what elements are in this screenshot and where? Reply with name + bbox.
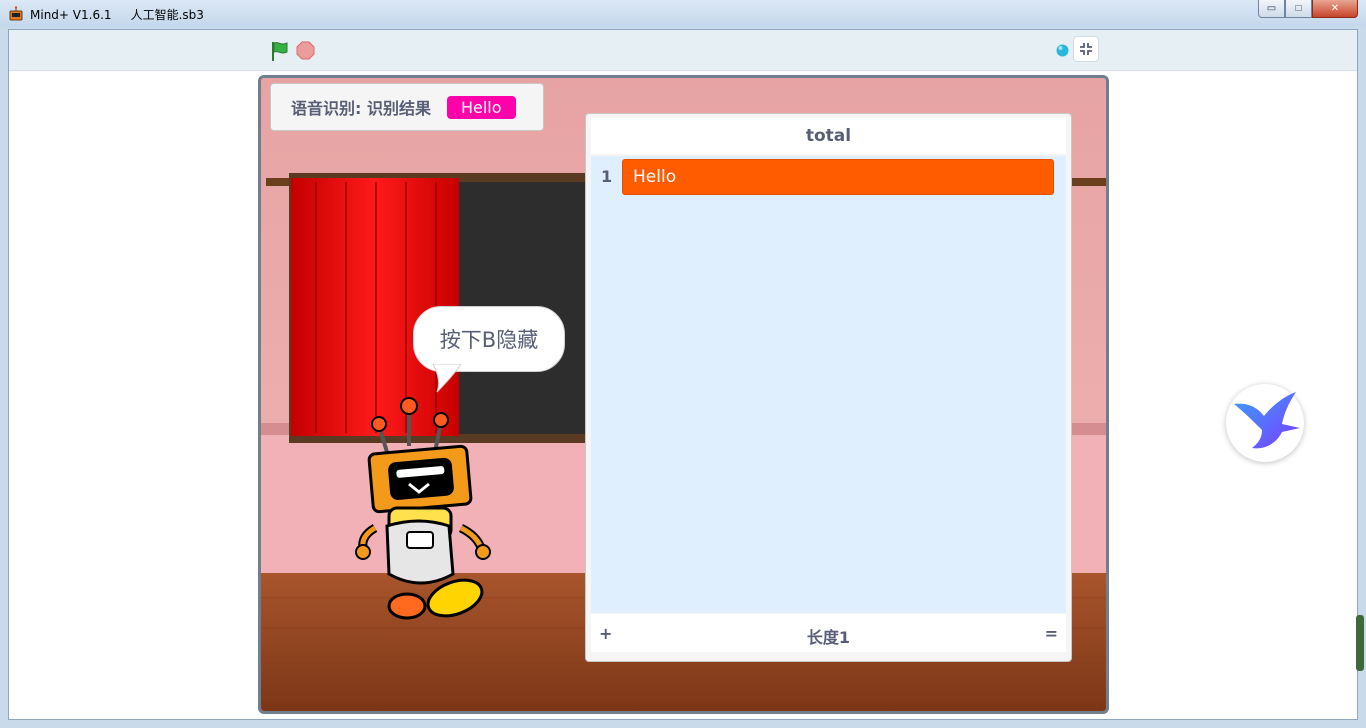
speech-bubble-tail bbox=[432, 364, 462, 393]
stop-icon[interactable] bbox=[296, 41, 315, 60]
list-item-index: 1 bbox=[601, 167, 613, 186]
turbo-indicator-icon bbox=[1056, 44, 1069, 57]
mind-plus-app-icon bbox=[9, 6, 23, 21]
list-items[interactable]: 1 Hello bbox=[591, 156, 1066, 613]
minimize-icon: ▭ bbox=[1266, 3, 1277, 14]
floating-assistant-button[interactable] bbox=[1226, 384, 1304, 462]
list-item-value[interactable]: Hello bbox=[622, 159, 1054, 195]
close-button[interactable]: ✕ bbox=[1312, 0, 1358, 18]
close-icon: ✕ bbox=[1330, 3, 1340, 14]
minimize-button[interactable]: ▭ bbox=[1258, 0, 1285, 18]
add-item-button[interactable]: + bbox=[599, 624, 612, 643]
resize-handle[interactable]: = bbox=[1045, 624, 1058, 643]
robot-sprite[interactable] bbox=[349, 396, 499, 626]
stage[interactable]: 语音识别: 识别结果 Hello 按下B隐藏 total 1 Hello 长度1… bbox=[258, 75, 1109, 714]
list-title: total bbox=[591, 118, 1066, 154]
variable-monitor[interactable]: 语音识别: 识别结果 Hello bbox=[270, 83, 544, 131]
exit-fullscreen-button[interactable] bbox=[1073, 36, 1099, 62]
exit-fullscreen-icon bbox=[1080, 43, 1092, 55]
speech-bubble: 按下B隐藏 bbox=[413, 306, 565, 372]
list-length-label: 长度1 bbox=[806, 628, 851, 647]
variable-monitor-label: 语音识别: 识别结果 bbox=[291, 99, 431, 118]
list-item[interactable]: 1 Hello bbox=[591, 156, 1066, 198]
window-title: Mind+ V1.6.1 人工智能.sb3 bbox=[30, 8, 204, 22]
bird-icon bbox=[1234, 392, 1300, 449]
list-footer: 长度1 + = bbox=[591, 614, 1066, 652]
window-controls: ▭ □ ✕ bbox=[1258, 0, 1358, 20]
stage-toolbar bbox=[9, 30, 1357, 71]
window-titlebar[interactable]: Mind+ V1.6.1 人工智能.sb3 ▭ □ ✕ bbox=[0, 0, 1366, 27]
variable-monitor-value: Hello bbox=[446, 95, 516, 119]
list-monitor[interactable]: total 1 Hello 长度1 + = bbox=[585, 113, 1072, 662]
green-flag-icon[interactable] bbox=[269, 40, 291, 62]
maximize-button[interactable]: □ bbox=[1285, 0, 1312, 18]
scrollbar-thumb[interactable] bbox=[1356, 615, 1364, 671]
maximize-icon: □ bbox=[1295, 3, 1302, 14]
